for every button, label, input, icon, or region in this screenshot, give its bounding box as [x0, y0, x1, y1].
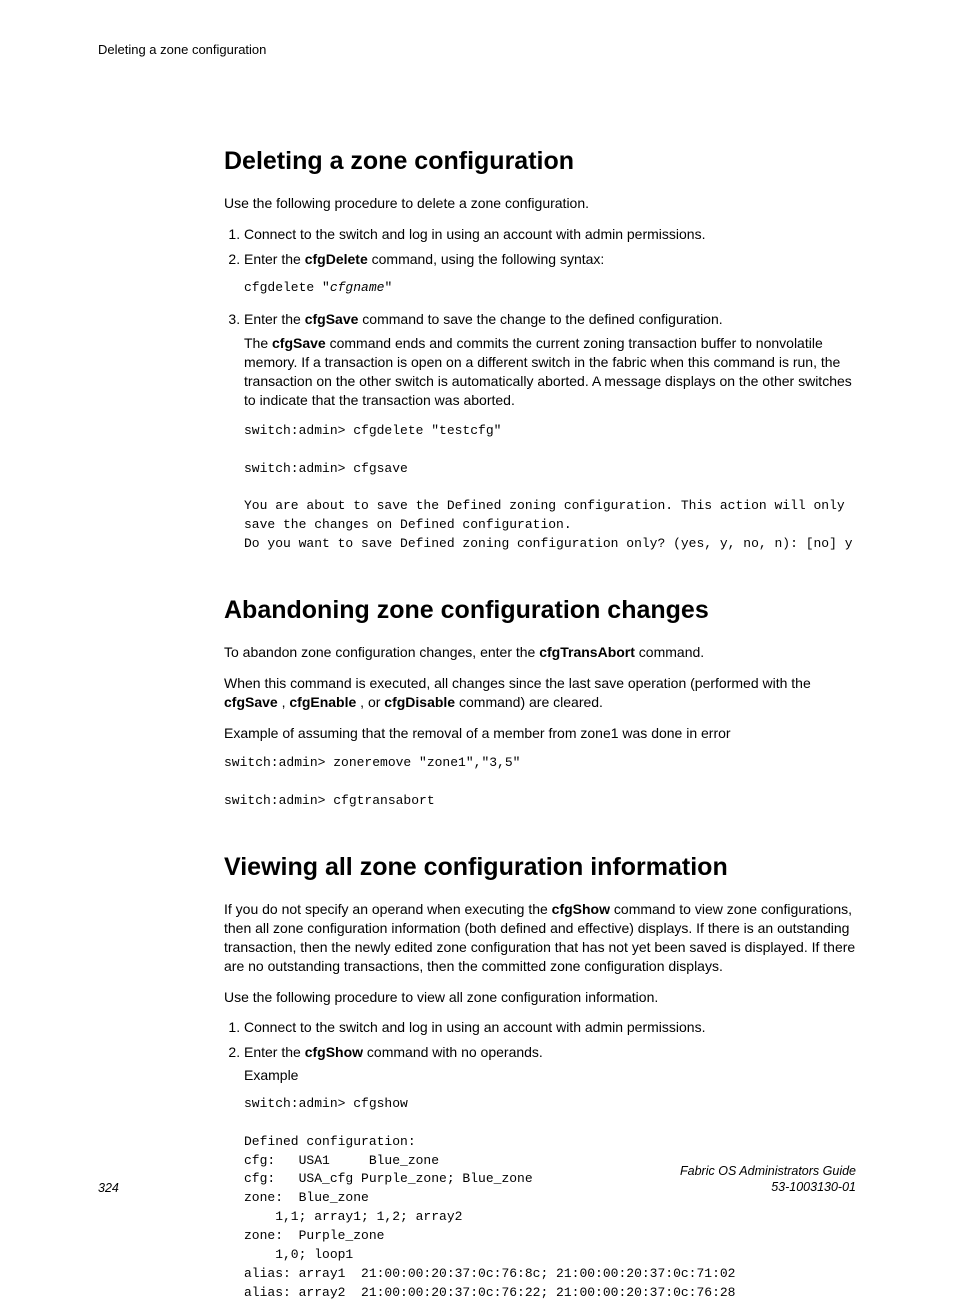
- code-part: cfgdelete ": [244, 280, 330, 295]
- s2-p2: When this command is executed, all chang…: [224, 674, 856, 712]
- text: command) are cleared.: [455, 694, 603, 710]
- page-number: 324: [98, 1181, 119, 1195]
- footer-docnum: 53-1003130-01: [680, 1179, 856, 1195]
- s1-step-2-cmd: cfgDelete: [305, 251, 368, 267]
- s2-p1: To abandon zone configuration changes, e…: [224, 643, 856, 662]
- s1-step-1: Connect to the switch and log in using a…: [244, 225, 856, 244]
- s1-step-3-text-a: Enter the: [244, 311, 305, 327]
- s2-code-example: switch:admin> zoneremove "zone1","3,5" s…: [224, 754, 856, 811]
- cmd: cfgShow: [305, 1044, 363, 1060]
- cmd: cfgTransAbort: [539, 644, 635, 660]
- s1-step-3-body: The cfgSave command ends and commits the…: [244, 334, 856, 410]
- s1-step-2: Enter the cfgDelete command, using the f…: [244, 250, 856, 298]
- heading-deleting-zone-config: Deleting a zone configuration: [224, 147, 856, 176]
- s1-steps: Connect to the switch and log in using a…: [224, 225, 856, 554]
- text: command ends and commits the current zon…: [244, 335, 852, 408]
- text: command.: [635, 644, 704, 660]
- text: Enter the: [244, 1044, 305, 1060]
- code-arg: cfgname: [330, 280, 385, 295]
- cmd: cfgSave: [272, 335, 326, 351]
- footer-title: Fabric OS Administrators Guide: [680, 1163, 856, 1179]
- cmd: cfgEnable: [289, 694, 356, 710]
- s3-code-example: switch:admin> cfgshow Defined configurat…: [244, 1095, 856, 1302]
- s1-code-syntax: cfgdelete "cfgname": [244, 279, 856, 298]
- s2-p3: Example of assuming that the removal of …: [224, 724, 856, 743]
- text: To abandon zone configuration changes, e…: [224, 644, 539, 660]
- text: The: [244, 335, 272, 351]
- s1-step-3: Enter the cfgSave command to save the ch…: [244, 310, 856, 554]
- s1-intro: Use the following procedure to delete a …: [224, 194, 856, 213]
- s1-step-2-text-a: Enter the: [244, 251, 305, 267]
- text: , or: [356, 694, 384, 710]
- heading-abandoning-changes: Abandoning zone configuration changes: [224, 596, 856, 625]
- s3-steps: Connect to the switch and log in using a…: [224, 1018, 856, 1302]
- s3-step-1: Connect to the switch and log in using a…: [244, 1018, 856, 1037]
- running-header: Deleting a zone configuration: [98, 42, 856, 57]
- heading-viewing-all: Viewing all zone configuration informati…: [224, 853, 856, 882]
- example-label: Example: [244, 1066, 856, 1085]
- s3-p1: If you do not specify an operand when ex…: [224, 900, 856, 976]
- cmd: cfgSave: [224, 694, 278, 710]
- s1-code-example: switch:admin> cfgdelete "testcfg" switch…: [244, 422, 856, 554]
- text: ,: [278, 694, 290, 710]
- text: command with no operands.: [363, 1044, 543, 1060]
- cmd: cfgDisable: [384, 694, 455, 710]
- page-footer: 324 Fabric OS Administrators Guide 53-10…: [98, 1163, 856, 1196]
- s3-p2: Use the following procedure to view all …: [224, 988, 856, 1007]
- cmd: cfgShow: [552, 901, 610, 917]
- text: When this command is executed, all chang…: [224, 675, 811, 691]
- s1-step-3-text-b: command to save the change to the define…: [358, 311, 722, 327]
- code-part: ": [384, 280, 392, 295]
- text: If you do not specify an operand when ex…: [224, 901, 552, 917]
- s1-step-2-text-b: command, using the following syntax:: [368, 251, 605, 267]
- s1-step-3-cmd: cfgSave: [305, 311, 359, 327]
